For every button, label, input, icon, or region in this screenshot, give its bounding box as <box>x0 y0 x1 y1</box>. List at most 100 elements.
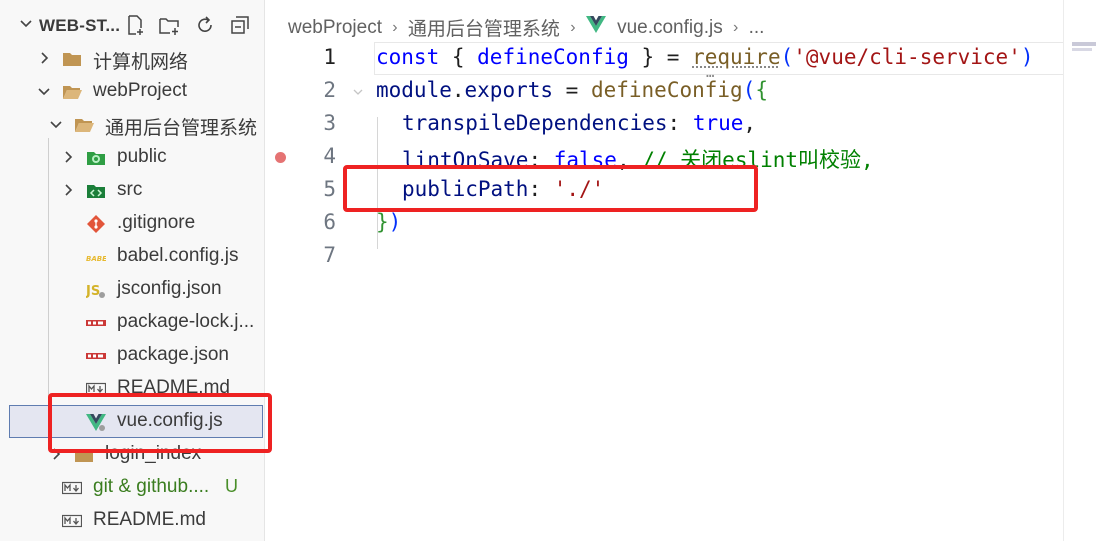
minimap[interactable] <box>1072 42 1096 46</box>
code-token: { <box>439 45 478 69</box>
code-token: = <box>553 78 591 102</box>
new-file-icon[interactable] <box>124 14 146 36</box>
babel-icon: BABEL <box>86 255 106 263</box>
tree-item-label: git & github.... <box>93 476 210 497</box>
collapse-all-icon[interactable] <box>229 14 251 36</box>
npm-icon <box>86 353 106 359</box>
svg-text:BABEL: BABEL <box>86 255 106 263</box>
tree-item-label: public <box>117 146 167 167</box>
code-text: transpileDependencies: true, <box>402 111 756 135</box>
breadcrumb-item[interactable]: 通用后台管理系统 <box>408 14 560 41</box>
code-token: ( <box>742 78 756 102</box>
code-text: }) <box>376 210 401 234</box>
code-token: , <box>743 111 757 135</box>
tree-item-folder[interactable]: public <box>0 141 264 174</box>
chevron-right-icon: › <box>732 18 739 36</box>
chevron-right-icon <box>41 52 49 64</box>
code-token: const <box>376 45 440 69</box>
line-number: 3 <box>323 111 336 135</box>
minimap-border <box>1063 0 1064 541</box>
chevron-right-icon <box>65 151 73 163</box>
folder-open-icon <box>75 119 94 132</box>
tree-item-file[interactable]: JS jsconfig.json <box>0 273 264 306</box>
code-line[interactable]: 1 const { defineConfig } = require('@vue… <box>266 42 1098 75</box>
markdown-icon <box>62 514 82 528</box>
code-token: ) <box>1020 45 1034 69</box>
public-folder-icon <box>87 152 105 165</box>
code-token: exports <box>464 78 554 102</box>
tree-item-file[interactable]: README.md <box>0 504 264 537</box>
tree-item-label: 计算机网络 <box>93 52 189 73</box>
line-number: 7 <box>323 243 336 267</box>
line-number: 5 <box>323 177 336 201</box>
tree-item-folder[interactable]: 计算机网络 <box>0 42 264 75</box>
breadcrumb-item[interactable]: vue.config.js <box>617 17 723 39</box>
code-token: module <box>376 78 452 102</box>
git-icon <box>87 215 105 233</box>
code-token: transpileDependencies <box>402 111 668 135</box>
code-token: : <box>667 111 693 135</box>
tree-item-label: .gitignore <box>117 212 196 233</box>
tree-item-label: babel.config.js <box>117 245 239 266</box>
minimap-line <box>1072 48 1092 51</box>
svg-text:JS: JS <box>86 284 100 299</box>
code-editor[interactable]: 1 const { defineConfig } = require('@vue… <box>266 42 1098 541</box>
explorer-sidebar: WEB-ST... 计算机网络 webProject 通用后台管理系统 publ… <box>0 0 265 541</box>
code-line[interactable]: 3 transpileDependencies: true, <box>266 108 1098 141</box>
code-token: } = <box>628 45 693 69</box>
untracked-status-badge: U <box>225 476 238 496</box>
code-text: module.exports = defineConfig({ <box>376 78 768 102</box>
tree-item-label: README.md <box>93 509 206 530</box>
code-token: defineConfig <box>590 78 743 102</box>
chevron-right-icon: › <box>570 18 576 36</box>
breadcrumb-item[interactable]: ... <box>749 17 765 39</box>
breadcrumb-item[interactable]: webProject <box>288 17 382 39</box>
folder-open-icon <box>63 86 82 99</box>
refresh-icon[interactable] <box>194 14 216 36</box>
code-text: const { defineConfig } = require('@vue/c… <box>376 45 1034 69</box>
code-line[interactable]: 2 module.exports = defineConfig({ <box>266 75 1098 108</box>
explorer-title: WEB-ST... <box>39 16 121 35</box>
vue-icon <box>585 15 606 33</box>
tree-item-file[interactable]: .gitignore <box>0 207 264 240</box>
code-token: '@vue/cli-service' <box>793 45 1021 69</box>
new-folder-icon[interactable] <box>158 14 180 36</box>
markdown-icon <box>62 481 82 495</box>
code-line[interactable]: 7 <box>266 240 1098 273</box>
breadcrumb: webProject › 通用后台管理系统 › vue.config.js › … <box>288 14 764 41</box>
chevron-down-icon <box>50 121 62 129</box>
tree-item-label: package-lock.j... <box>117 311 255 332</box>
code-token: { <box>755 78 768 102</box>
code-token: true <box>692 111 744 135</box>
code-token: ) <box>388 210 402 234</box>
chevron-down-icon <box>38 88 50 96</box>
js-icon: JS <box>86 284 105 299</box>
tree-item-file[interactable]: BABEL babel.config.js <box>0 240 264 273</box>
code-token: defineConfig <box>477 45 629 69</box>
line-number: 4 <box>323 144 336 168</box>
tree-item-file[interactable]: git & github.... U <box>0 471 264 504</box>
tree-item-label: webProject <box>93 80 187 101</box>
code-token: } <box>376 210 389 234</box>
tree-item-file[interactable]: package-lock.j... <box>0 306 264 339</box>
tree-item-file[interactable]: package.json <box>0 339 264 372</box>
fold-chevron-icon[interactable] <box>352 86 364 98</box>
tree-item-folder[interactable]: src <box>0 174 264 207</box>
breakpoint-dot[interactable] <box>275 152 286 163</box>
line-number: 2 <box>323 78 336 102</box>
tree-item-label: jsconfig.json <box>117 278 222 299</box>
tree-item-folder[interactable]: webProject <box>0 75 264 108</box>
chevron-down-icon[interactable] <box>18 16 34 32</box>
tree-item-label: 通用后台管理系统 <box>105 118 258 139</box>
highlight-box-publicpath <box>343 165 758 212</box>
code-token: ( <box>780 45 794 69</box>
line-number: 1 <box>323 45 336 69</box>
chevron-right-icon <box>65 184 73 196</box>
tree-item-folder[interactable]: 通用后台管理系统 <box>0 108 264 141</box>
folder-icon <box>63 53 81 66</box>
highlight-box-vue-config <box>48 393 272 453</box>
explorer-header[interactable]: WEB-ST... <box>0 10 264 42</box>
line-number: 6 <box>323 210 336 234</box>
code-token: . <box>451 78 465 102</box>
tree-item-label: src <box>117 179 143 200</box>
